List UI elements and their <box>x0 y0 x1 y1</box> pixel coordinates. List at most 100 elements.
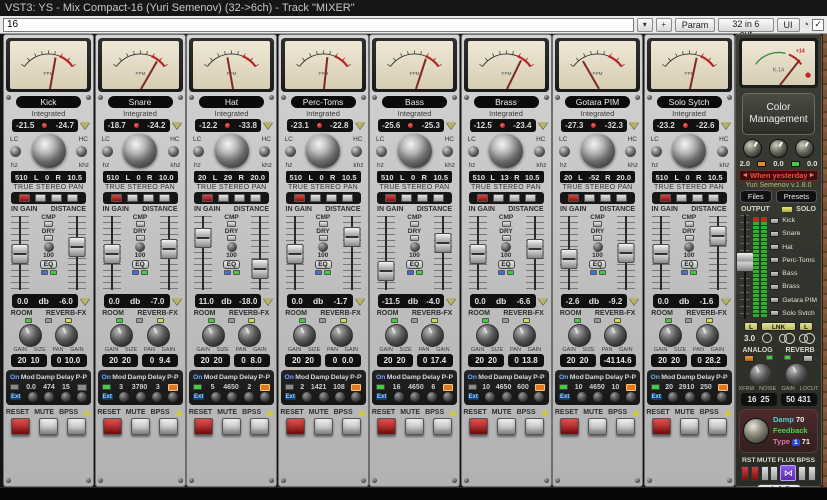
bypass-icon[interactable]: ◔ <box>803 18 810 32</box>
solo-channel-button[interactable] <box>770 271 779 277</box>
pan-mode-button[interactable] <box>67 194 78 202</box>
eq-button[interactable]: EQ <box>315 260 332 269</box>
bpss-button[interactable] <box>798 466 806 481</box>
pan-mode-button[interactable] <box>692 194 703 202</box>
room-knob[interactable] <box>568 324 591 347</box>
pan-mode-button[interactable] <box>218 194 229 202</box>
mute-button[interactable] <box>405 418 424 435</box>
mono-icon[interactable] <box>762 333 772 343</box>
channel-name[interactable]: Hat <box>199 96 264 108</box>
expand-triangle-icon[interactable] <box>355 298 365 305</box>
pp-button[interactable] <box>168 384 178 391</box>
channel-name[interactable]: Kick <box>16 96 81 108</box>
expand-triangle-icon[interactable] <box>629 298 639 305</box>
high-cut-knob[interactable] <box>534 146 545 157</box>
expand-triangle-icon[interactable] <box>80 122 90 129</box>
reverb-fx-knob[interactable] <box>238 324 261 347</box>
reset-button[interactable] <box>286 418 305 435</box>
channel-name[interactable]: Brass <box>474 96 539 108</box>
preset-name[interactable]: When yesterday-3 <box>750 171 807 180</box>
ext-button[interactable]: Ext <box>102 394 113 400</box>
solo-channel-button[interactable] <box>770 231 779 237</box>
delay-knob[interactable] <box>610 392 620 402</box>
high-cut-knob[interactable] <box>351 146 362 157</box>
room-knob[interactable] <box>202 324 225 347</box>
pp-button[interactable] <box>626 384 636 391</box>
cmp-amount-knob[interactable] <box>318 242 328 252</box>
bpss-button[interactable] <box>433 418 452 435</box>
pan-mode-button[interactable] <box>19 194 30 202</box>
high-cut-knob[interactable] <box>76 146 87 157</box>
low-cut-knob[interactable] <box>102 146 113 157</box>
delay-knob[interactable] <box>244 392 254 402</box>
expand-triangle-icon[interactable] <box>263 122 273 129</box>
expand-triangle-icon[interactable] <box>538 122 548 129</box>
next-preset-icon[interactable]: ► <box>807 172 817 179</box>
cmp-button[interactable] <box>319 221 328 227</box>
expand-triangle-icon[interactable] <box>172 298 182 305</box>
reverb-fx-send-led[interactable] <box>431 318 438 323</box>
dry-button[interactable] <box>593 235 602 241</box>
cmp-amount-knob[interactable] <box>410 242 420 252</box>
expand-triangle-icon[interactable] <box>172 122 182 129</box>
pan-knob[interactable] <box>215 134 249 168</box>
pan-knob[interactable] <box>581 134 615 168</box>
pp-button[interactable] <box>260 384 270 391</box>
room-led[interactable] <box>574 318 581 323</box>
rst-button[interactable] <box>751 466 759 481</box>
link-button[interactable]: LNK <box>761 322 796 331</box>
room-led[interactable] <box>25 318 32 323</box>
reverb-fx-send-led[interactable] <box>157 318 164 323</box>
damp-knob[interactable] <box>410 392 420 402</box>
distance-fader-cap[interactable] <box>69 237 86 257</box>
mod-knob[interactable] <box>302 392 312 402</box>
reverb-fx-send-led[interactable] <box>65 318 72 323</box>
distance-fader-cap[interactable] <box>252 259 269 279</box>
damp-knob[interactable] <box>685 392 695 402</box>
pp-button[interactable] <box>535 384 545 391</box>
trim-knob[interactable] <box>795 139 814 158</box>
eq-button[interactable]: EQ <box>132 260 149 269</box>
delay-knob[interactable] <box>335 392 345 402</box>
reverb-fx-led[interactable] <box>136 318 143 323</box>
trim-led-orange[interactable] <box>757 161 766 167</box>
io-button[interactable]: 32 in 6 out <box>718 18 773 32</box>
pan-mode-button[interactable] <box>51 194 62 202</box>
ext-button[interactable]: Ext <box>193 394 204 400</box>
reverb-fx-led[interactable] <box>594 318 601 323</box>
high-cut-knob[interactable] <box>168 146 179 157</box>
in-gain-fader[interactable] <box>103 216 121 290</box>
reset-button[interactable] <box>11 418 30 435</box>
in-gain-fader-cap[interactable] <box>561 249 578 269</box>
pan-mode-button[interactable] <box>159 194 170 202</box>
delay-knob[interactable] <box>152 392 162 402</box>
in-gain-fader-cap[interactable] <box>12 244 29 264</box>
room-knob[interactable] <box>659 324 682 347</box>
cmp-amount-knob[interactable] <box>684 242 694 252</box>
bpss-button[interactable] <box>67 418 86 435</box>
pan-mode-button[interactable] <box>127 194 138 202</box>
pp-knob[interactable] <box>717 392 727 402</box>
mod-knob[interactable] <box>394 392 404 402</box>
cmp-button[interactable] <box>227 221 236 227</box>
solo-channel-button[interactable] <box>770 284 779 290</box>
in-gain-fader[interactable] <box>469 216 487 290</box>
analog-knob[interactable] <box>749 363 772 386</box>
pan-mode-button[interactable] <box>143 194 154 202</box>
cmp-amount-knob[interactable] <box>227 242 237 252</box>
in-gain-fader-cap[interactable] <box>378 261 395 281</box>
bpss-button[interactable] <box>708 418 727 435</box>
dropdown-button[interactable]: ▾ <box>637 18 653 32</box>
in-gain-fader-cap[interactable] <box>286 244 303 264</box>
stereo-icon[interactable] <box>779 334 788 343</box>
delay-on-led[interactable] <box>10 384 19 390</box>
flux-button[interactable]: ⋈ <box>780 465 796 481</box>
dry-button[interactable] <box>319 235 328 241</box>
link-left-button[interactable]: L <box>744 322 758 331</box>
room-led[interactable] <box>116 318 123 323</box>
pan-mode-button[interactable] <box>294 194 305 202</box>
ext-button[interactable]: Ext <box>651 394 662 400</box>
mute-button[interactable] <box>39 418 58 435</box>
in-gain-fader[interactable] <box>11 216 29 290</box>
delay-knob[interactable] <box>701 392 711 402</box>
